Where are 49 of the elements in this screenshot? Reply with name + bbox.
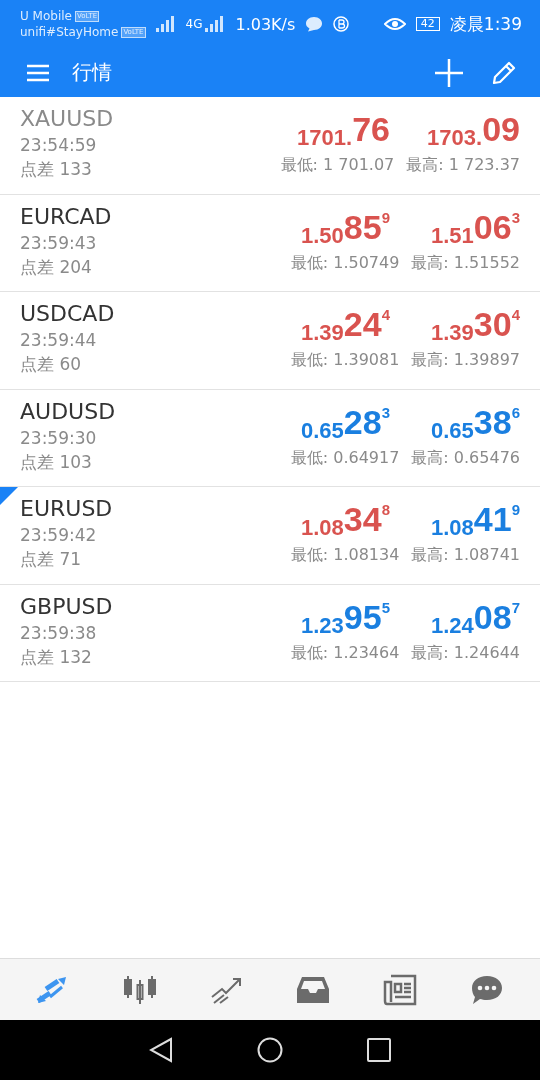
symbol-name: USDCAD [20, 300, 116, 328]
newspaper-icon [382, 973, 417, 1006]
chat-bubble-icon [469, 973, 504, 1006]
clock: 凌晨1:39 [449, 12, 522, 36]
network-speed: 1.03K/s [235, 14, 296, 34]
spread: 点差 103 [20, 450, 93, 474]
signal-icon [205, 16, 226, 32]
spread: 点差 71 [20, 548, 83, 571]
low-price: 最低: 1.08134 [290, 545, 400, 566]
low-price: 最低: 1 701.07 [280, 155, 395, 176]
quote-time: 23:59:43 [20, 231, 98, 255]
quote-time: 23:59:30 [20, 426, 98, 450]
high-price: 最高: 1.39897 [411, 350, 520, 371]
inbox-tray-icon [296, 974, 331, 1005]
home-icon[interactable] [257, 1037, 283, 1063]
symbol-name: EURCAD [20, 202, 113, 231]
network-type: 4G [185, 17, 203, 31]
eye-icon [383, 17, 406, 31]
symbol-name: EURUSD [20, 495, 114, 523]
low-price: 最低: 1.50749 [290, 252, 400, 274]
spread: 点差 133 [20, 158, 93, 181]
signal-icon [155, 16, 176, 32]
quote-time: 23:59:42 [20, 524, 98, 547]
screen-title: 行情 [72, 59, 113, 86]
high-price: 最高: 1.24644 [411, 642, 520, 664]
symbol-name: AUDUSD [20, 397, 117, 426]
high-price: 最高: 1.08741 [411, 545, 520, 566]
symbol-name: XAUUSD [20, 105, 115, 133]
quote-time: 23:54:59 [20, 134, 98, 157]
low-price: 最低: 1.23464 [290, 642, 400, 664]
symbol-name: GBPUSD [20, 592, 114, 621]
carrier-name: U Mobile [20, 8, 72, 24]
network-name: unifi#StayHome [20, 24, 119, 40]
battery-level: 42 [415, 17, 440, 31]
low-price: 最低: 1.39081 [290, 350, 400, 371]
high-price: 最高: 1.51552 [411, 252, 520, 274]
recents-icon[interactable] [367, 1038, 391, 1062]
spread: 点差 132 [20, 645, 93, 669]
quote-time: 23:59:44 [20, 329, 98, 352]
high-price: 最高: 1 723.37 [406, 155, 520, 176]
chat-bubble-icon [305, 16, 324, 32]
circle-b-icon [333, 16, 350, 32]
spread: 点差 60 [20, 353, 83, 376]
low-price: 最低: 0.64917 [290, 447, 400, 469]
quote-time: 23:59:38 [20, 621, 98, 645]
high-price: 最高: 0.65476 [411, 447, 520, 469]
candlestick-icon [123, 973, 157, 1006]
spread: 点差 204 [20, 255, 93, 279]
back-icon[interactable] [149, 1037, 173, 1063]
